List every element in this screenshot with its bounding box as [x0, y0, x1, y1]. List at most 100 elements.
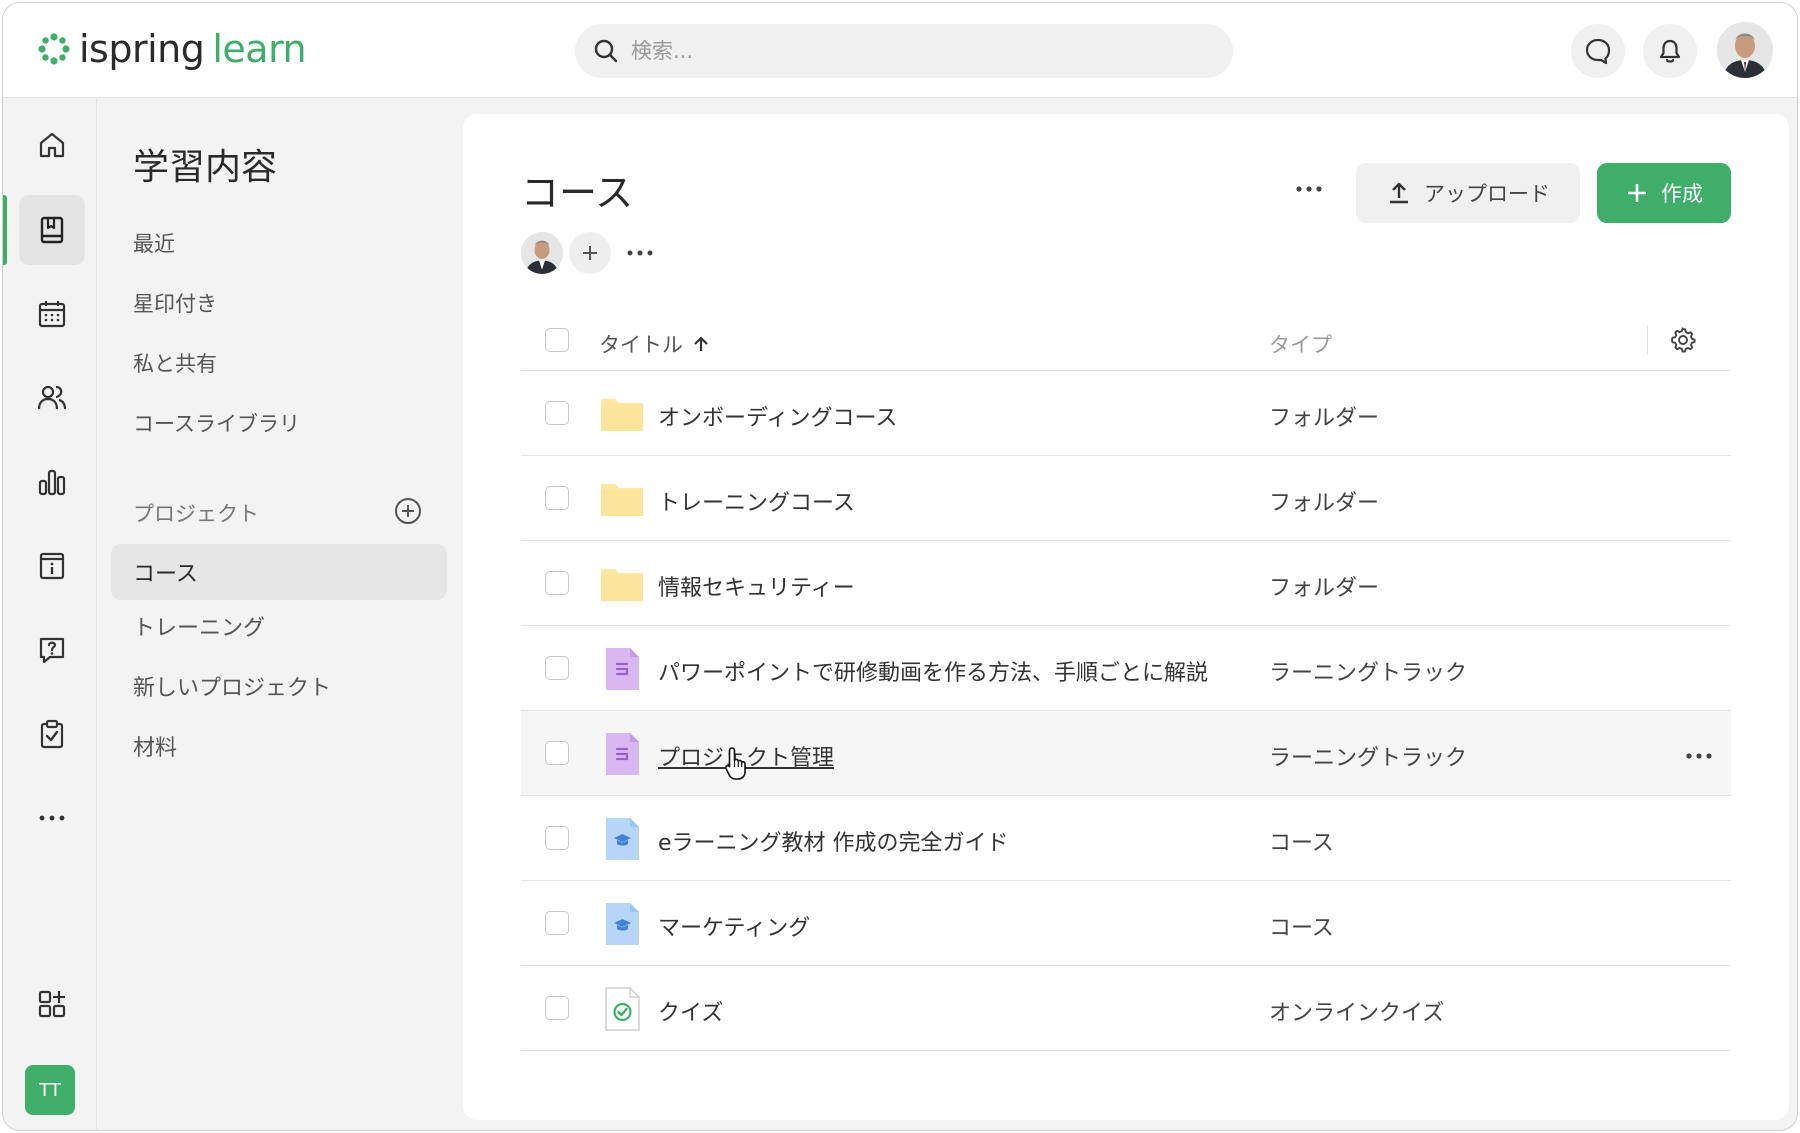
sidebar-link-shared[interactable]: 私と共有: [133, 348, 217, 378]
row-title[interactable]: オンボーディングコース: [658, 400, 897, 432]
table-row[interactable]: マーケティング コース: [521, 881, 1731, 966]
user-avatar[interactable]: [1717, 22, 1773, 78]
calendar-icon: [38, 301, 66, 328]
rail-home[interactable]: [19, 110, 85, 180]
row-checkbox[interactable]: [545, 911, 569, 935]
page-title: コース: [521, 171, 634, 215]
rail-calendar[interactable]: [19, 279, 85, 349]
row-more-icon[interactable]: [1685, 751, 1713, 761]
row-type: フォルダー: [1269, 491, 1380, 516]
chat-button[interactable]: [1571, 24, 1625, 78]
table-row[interactable]: プロジェクト管理 ラーニングトラック: [521, 711, 1731, 796]
upload-label: アップロード: [1424, 182, 1550, 206]
members-more-button[interactable]: [627, 248, 653, 258]
rail-users[interactable]: [19, 363, 85, 433]
rail-learning[interactable]: [19, 195, 85, 265]
row-title[interactable]: パワーポイントで研修動画を作る方法、手順ごとに解説: [658, 655, 1208, 687]
select-all-checkbox[interactable]: [545, 328, 569, 352]
upload-button[interactable]: アップロード: [1356, 163, 1580, 223]
row-checkbox[interactable]: [545, 741, 569, 765]
rail-apps[interactable]: [19, 969, 85, 1039]
sidebar-project-training[interactable]: トレーニング: [111, 598, 447, 654]
help-icon: [39, 637, 65, 664]
rail-active-indicator: [3, 195, 7, 265]
more-icon: [39, 815, 65, 821]
course-icon: [606, 903, 639, 945]
column-header-type[interactable]: タイプ: [1269, 329, 1332, 359]
table-row[interactable]: トレーニングコース フォルダー: [521, 456, 1731, 541]
folder-icon: [601, 484, 643, 516]
avatar-photo: [1717, 22, 1773, 78]
bell-icon: [1659, 39, 1681, 63]
course-icon: [606, 818, 639, 860]
gear-icon[interactable]: [1669, 326, 1697, 354]
plus-icon: [583, 246, 597, 260]
logo-text: ispring learn: [79, 27, 307, 71]
info-icon: [39, 552, 65, 580]
row-type: コース: [1269, 916, 1334, 941]
projects-section-label: プロジェクト: [133, 502, 259, 526]
rail-reports[interactable]: [19, 447, 85, 517]
row-type: コース: [1269, 831, 1334, 856]
table-row[interactable]: クイズ オンラインクイズ: [521, 966, 1731, 1051]
notifications-button[interactable]: [1643, 24, 1697, 78]
row-checkbox[interactable]: [545, 826, 569, 850]
row-checkbox[interactable]: [545, 486, 569, 510]
table-row[interactable]: パワーポイントで研修動画を作る方法、手順ごとに解説 ラーニングトラック: [521, 626, 1731, 711]
row-type: オンラインクイズ: [1269, 1001, 1445, 1026]
row-checkbox[interactable]: [545, 401, 569, 425]
logo-secondary: learn: [212, 27, 307, 71]
sidebar: 学習内容 最近 星印付き 私と共有 コースライブラリ プロジェクト コース トレ…: [97, 98, 463, 1130]
search-bar[interactable]: [575, 24, 1233, 78]
rail-assignments[interactable]: [19, 699, 85, 769]
create-button[interactable]: 作成: [1597, 163, 1731, 223]
table-row[interactable]: オンボーディングコース フォルダー: [521, 371, 1731, 456]
logo-mark-icon: [38, 33, 70, 65]
row-title[interactable]: トレーニングコース: [658, 485, 855, 517]
search-icon: [594, 39, 618, 63]
clipboard-check-icon: [40, 719, 64, 749]
more-icon: [627, 250, 653, 256]
add-project-icon[interactable]: [393, 496, 423, 526]
book-icon: [40, 216, 64, 244]
plus-icon: [1628, 184, 1646, 202]
learning-track-icon: [606, 733, 639, 775]
column-title-label: タイトル: [599, 333, 683, 357]
more-options-icon[interactable]: [1295, 184, 1323, 194]
sidebar-project-courses[interactable]: コース: [111, 544, 447, 600]
row-type: ラーニングトラック: [1269, 661, 1468, 686]
icon-rail: TT: [3, 98, 97, 1130]
search-input[interactable]: [631, 39, 1211, 63]
row-title[interactable]: 情報セキュリティー: [658, 570, 855, 602]
table-row[interactable]: 情報セキュリティー フォルダー: [521, 541, 1731, 626]
row-checkbox[interactable]: [545, 571, 569, 595]
table-row[interactable]: eラーニング教材 作成の完全ガイド コース: [521, 796, 1731, 881]
folder-icon: [601, 399, 643, 431]
chart-icon: [38, 469, 66, 496]
row-type: ラーニングトラック: [1269, 746, 1468, 771]
sidebar-link-recent[interactable]: 最近: [133, 228, 175, 258]
hand-cursor-icon: [725, 747, 746, 780]
sidebar-project-materials[interactable]: 材料: [111, 718, 447, 774]
member-avatar[interactable]: [521, 232, 563, 274]
row-type: フォルダー: [1269, 406, 1380, 431]
row-title[interactable]: マーケティング: [658, 910, 810, 942]
folder-icon: [601, 569, 643, 601]
sidebar-project-new[interactable]: 新しいプロジェクト: [111, 658, 447, 714]
rail-help[interactable]: [19, 615, 85, 685]
row-title[interactable]: eラーニング教材 作成の完全ガイド: [658, 825, 1009, 857]
row-title[interactable]: クイズ: [658, 995, 723, 1027]
sidebar-link-starred[interactable]: 星印付き: [133, 288, 217, 318]
column-header-title[interactable]: タイトル: [599, 329, 711, 359]
user-initials-badge[interactable]: TT: [25, 1065, 75, 1115]
main-panel: コース アップロード 作成 タイトル タイプ オンボーディングコース フォルダー…: [463, 114, 1789, 1120]
column-divider: [1647, 325, 1648, 355]
table-header: タイトル タイプ: [521, 309, 1731, 371]
row-checkbox[interactable]: [545, 996, 569, 1020]
add-member-button[interactable]: [569, 232, 611, 274]
ispring-learn-logo[interactable]: ispring learn: [35, 27, 307, 71]
row-checkbox[interactable]: [545, 656, 569, 680]
sidebar-link-course-library[interactable]: コースライブラリ: [133, 408, 300, 438]
rail-more[interactable]: [19, 783, 85, 853]
rail-info[interactable]: [19, 531, 85, 601]
